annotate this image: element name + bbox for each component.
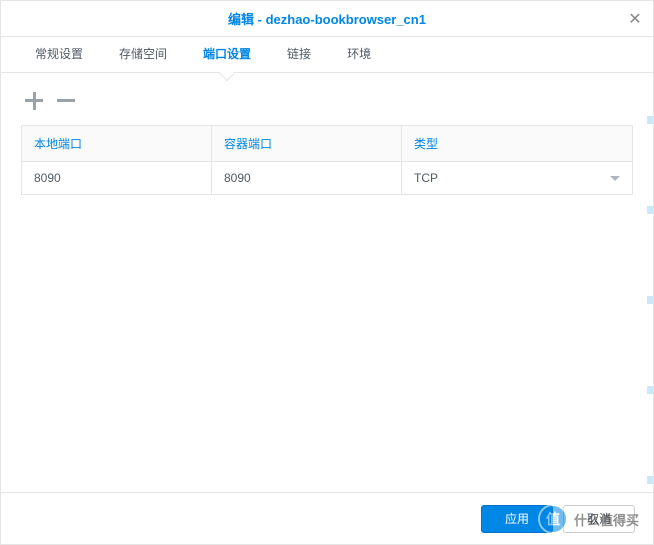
toolbar xyxy=(21,85,633,125)
col-container-port[interactable]: 容器端口 xyxy=(212,126,402,161)
remove-button[interactable] xyxy=(57,91,77,111)
close-button[interactable]: ✕ xyxy=(625,9,645,29)
apply-button[interactable]: 应用 xyxy=(481,505,553,533)
tab-links[interactable]: 链接 xyxy=(269,37,329,72)
table-header: 本地端口 容器端口 类型 xyxy=(22,126,632,162)
table-row[interactable]: 8090 8090 TCP xyxy=(22,162,632,195)
add-button[interactable] xyxy=(25,91,45,111)
dialog-footer: 应用 取消 xyxy=(1,492,653,544)
cell-local-port[interactable]: 8090 xyxy=(22,162,212,194)
col-type[interactable]: 类型 xyxy=(402,126,632,161)
col-local-port[interactable]: 本地端口 xyxy=(22,126,212,161)
tab-general[interactable]: 常规设置 xyxy=(17,37,101,72)
cell-container-port[interactable]: 8090 xyxy=(212,162,402,194)
titlebar: 编辑 - dezhao-bookbrowser_cn1 ✕ xyxy=(1,1,653,37)
tab-storage[interactable]: 存储空间 xyxy=(101,37,185,72)
tab-port-settings[interactable]: 端口设置 xyxy=(185,37,269,72)
close-icon: ✕ xyxy=(628,9,641,29)
tab-environment[interactable]: 环境 xyxy=(329,37,389,72)
chevron-down-icon xyxy=(610,176,620,181)
ports-table: 本地端口 容器端口 类型 8090 8090 TCP xyxy=(21,125,633,195)
window-title: 编辑 - dezhao-bookbrowser_cn1 xyxy=(228,9,426,28)
tab-bar: 常规设置 存储空间 端口设置 链接 环境 xyxy=(1,37,653,73)
type-value: TCP xyxy=(414,171,438,185)
cancel-button[interactable]: 取消 xyxy=(563,505,635,533)
content-area: 本地端口 容器端口 类型 8090 8090 TCP xyxy=(1,73,653,207)
cell-type[interactable]: TCP xyxy=(402,162,632,194)
